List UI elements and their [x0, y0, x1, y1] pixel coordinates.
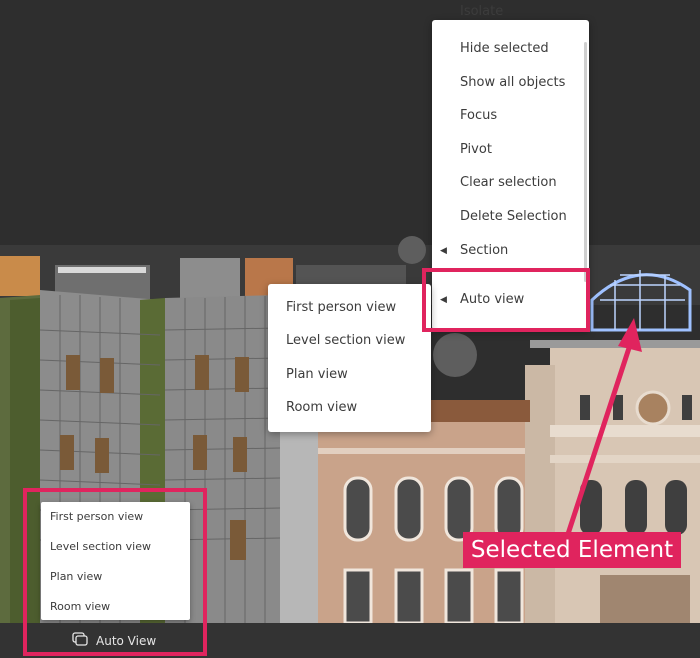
callout-label: Selected Element [463, 532, 681, 568]
